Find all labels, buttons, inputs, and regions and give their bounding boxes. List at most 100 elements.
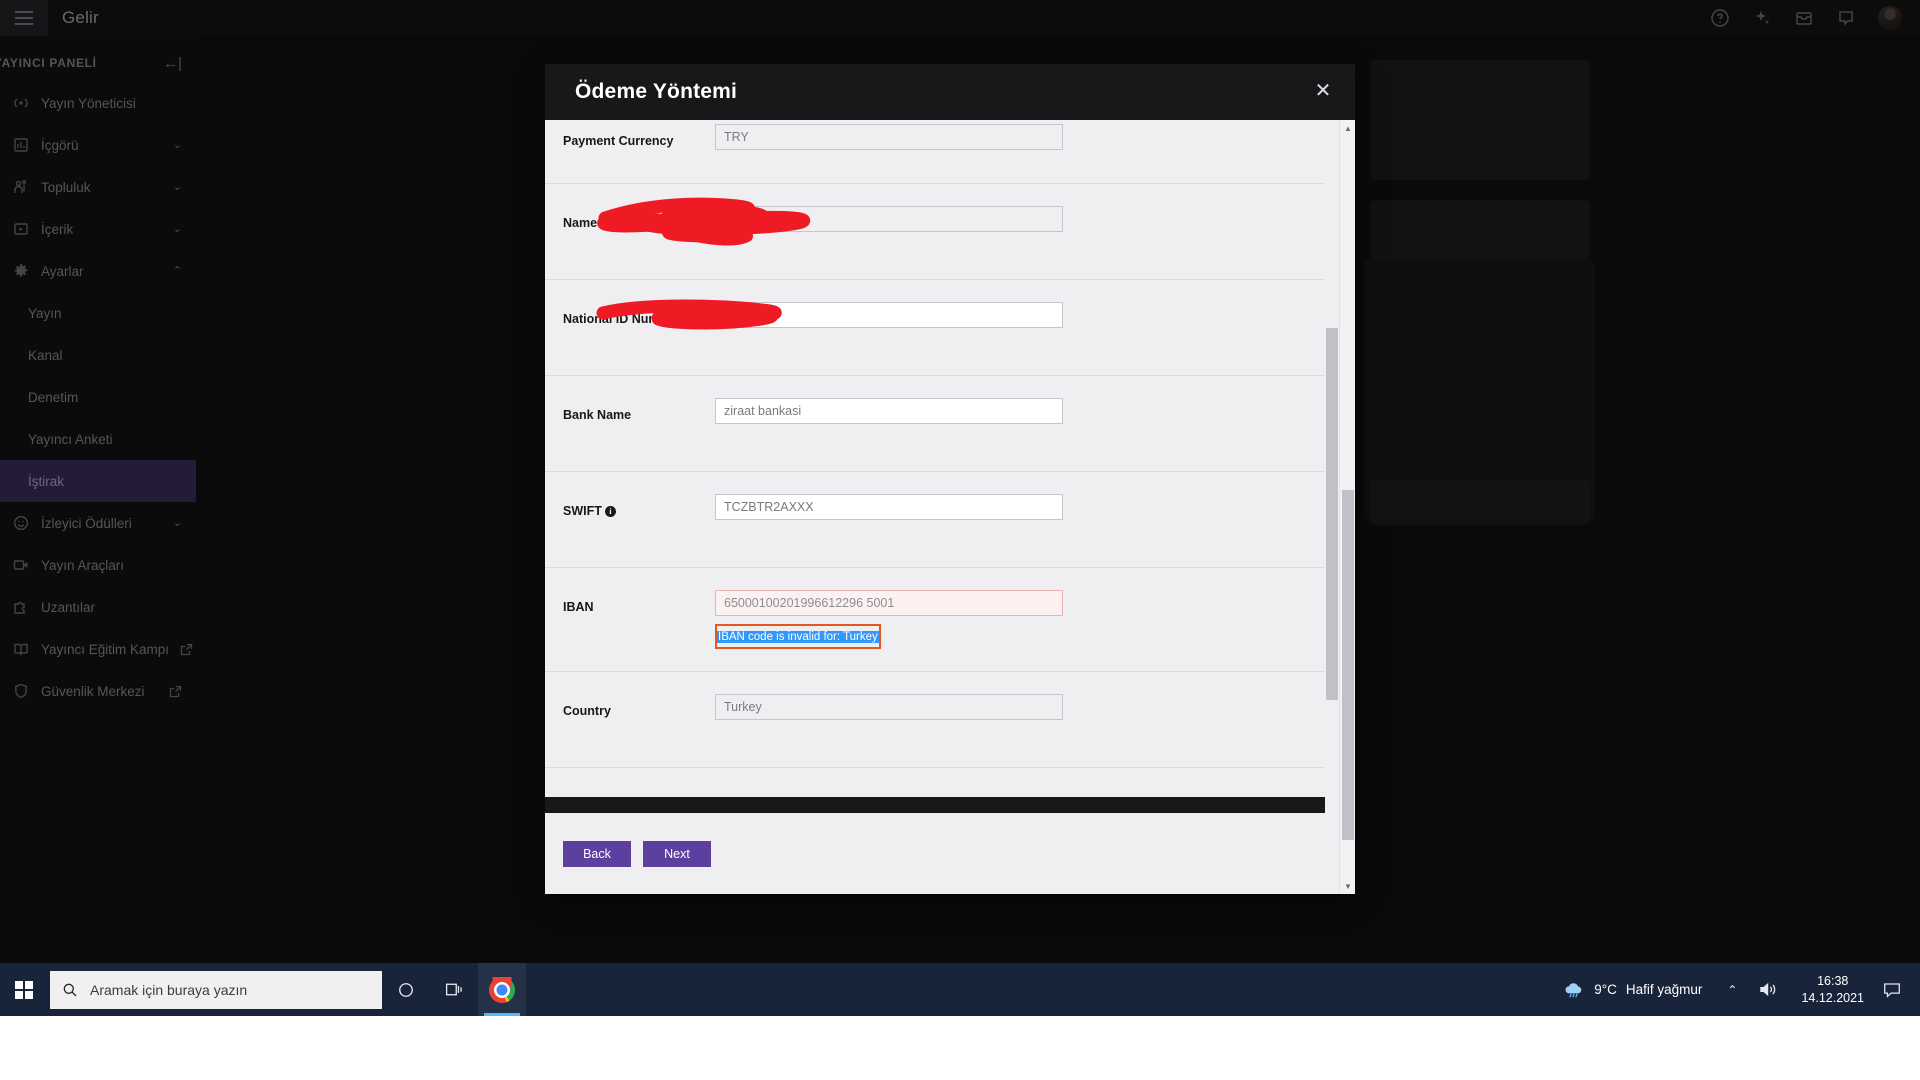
sidebar-item-denetim[interactable]: Denetim: [0, 376, 196, 418]
chrome-icon[interactable]: [478, 963, 526, 1016]
national-id-input[interactable]: [715, 302, 1063, 328]
form-scrollbar-thumb[interactable]: [1326, 328, 1338, 700]
shield-icon: [12, 682, 30, 700]
scroll-up-icon[interactable]: ▲: [1340, 120, 1356, 136]
top-navigation-bar: Gelir: [0, 0, 1920, 36]
sidebar-item-label: Uzantılar: [41, 599, 96, 615]
search-input[interactable]: Aramak için buraya yazın: [50, 970, 382, 1009]
sidebar-item-yayinci-anketi[interactable]: Yayıncı Anketi: [0, 418, 196, 460]
gear-icon: [12, 262, 30, 280]
form-row-payment-currency: Payment Currency TRY: [545, 120, 1339, 184]
sidebar-item-istirak[interactable]: İştirak: [0, 460, 196, 502]
background-panel: [1370, 60, 1590, 180]
extension-icon: [12, 598, 30, 616]
broadcast-icon: [12, 94, 30, 112]
chevron-up-icon[interactable]: ⌃: [1716, 983, 1748, 997]
info-icon[interactable]: i: [604, 506, 616, 517]
cortana-icon[interactable]: [382, 963, 430, 1016]
external-link-icon: [169, 685, 182, 698]
windows-taskbar: Aramak için buraya yazın 9°C Hafif yağmu…: [0, 963, 1920, 1016]
field-label-text: National ID Number: [563, 312, 679, 326]
field-label: SWIFT i: [563, 494, 715, 524]
field-control: TCZBTR2AXXX: [715, 494, 1063, 520]
country-input[interactable]: Turkey: [715, 694, 1063, 720]
collapse-sidebar-icon[interactable]: ←|: [163, 56, 182, 71]
chevron-down-icon[interactable]: ⌄: [173, 517, 182, 529]
task-view-icon[interactable]: [430, 963, 478, 1016]
sidebar-item-ayarlar[interactable]: Ayarlar ⌃: [0, 250, 196, 292]
page-title: Gelir: [62, 8, 99, 27]
chevron-down-icon[interactable]: ⌄: [173, 181, 182, 193]
sidebar-item-icgoru[interactable]: İçgörü ⌄: [0, 124, 196, 166]
field-label: Name on Account: [563, 216, 669, 230]
content-icon: [12, 220, 30, 238]
inbox-icon[interactable]: [1794, 8, 1814, 28]
field-label: Bank Name: [563, 408, 632, 422]
background-panel: [1363, 260, 1595, 520]
field-control: [596, 299, 1063, 330]
sidebar-item-label: İçgörü: [41, 137, 79, 153]
weather-widget[interactable]: 9°C Hafif yağmur: [1549, 981, 1716, 998]
back-button[interactable]: Back: [563, 840, 631, 867]
field-control: Turkey: [715, 694, 1063, 720]
community-icon: [12, 178, 30, 196]
sidebar-item-icerik[interactable]: İçerik ⌄: [0, 208, 196, 250]
rain-cloud-icon: [1563, 981, 1585, 998]
clock-time: 16:38: [1817, 973, 1849, 988]
field-control: 65000100201996612296 5001 IBAN code is i…: [715, 590, 1063, 649]
chevron-down-icon[interactable]: ⌄: [173, 139, 182, 151]
iban-input[interactable]: 65000100201996612296 5001: [715, 590, 1063, 616]
modal-scrollbar-thumb[interactable]: [1342, 490, 1354, 840]
sidebar-item-uzantilar[interactable]: Uzantılar: [0, 586, 196, 628]
weather-temperature: 9°C: [1594, 982, 1617, 997]
close-icon[interactable]: ✕: [1309, 78, 1337, 106]
sidebar-item-topluluk[interactable]: Topluluk ⌄: [0, 166, 196, 208]
sidebar-item-kanal[interactable]: Kanal: [0, 334, 196, 376]
modal-body: Payment Currency TRY Name on Account Nat…: [545, 120, 1355, 813]
form-row-name-on-account: Name on Account: [545, 184, 1339, 280]
external-link-icon: [180, 643, 193, 656]
help-icon[interactable]: [1710, 8, 1730, 28]
field-label: Country: [563, 704, 611, 718]
scroll-down-icon[interactable]: ▼: [1340, 878, 1356, 894]
next-button[interactable]: Next: [643, 840, 711, 867]
payment-currency-input[interactable]: TRY: [715, 124, 1063, 150]
bank-name-input[interactable]: ziraat bankasi: [715, 398, 1063, 424]
sidebar-item-izleyici-odulleri[interactable]: İzleyici Ödülleri ⌄: [0, 502, 196, 544]
sidebar-item-guvenlik-merkezi[interactable]: Güvenlik Merkezi: [0, 670, 196, 712]
hamburger-menu-icon[interactable]: [0, 0, 48, 36]
notification-icon[interactable]: [1876, 981, 1914, 998]
form-scrollbar[interactable]: [1325, 120, 1339, 813]
weather-condition: Hafif yağmur: [1625, 982, 1703, 997]
clock[interactable]: 16:38 14.12.2021: [1789, 973, 1876, 1007]
chevron-down-icon[interactable]: ⌄: [173, 223, 182, 235]
info-icon[interactable]: i: [682, 314, 693, 325]
sidebar-item-yayin-yoneticisi[interactable]: Yayın Yöneticisi: [0, 82, 196, 124]
clock-date: 14.12.2021: [1801, 990, 1864, 1005]
sidebar-item-label: İçerik: [41, 221, 74, 237]
avatar[interactable]: [1878, 6, 1902, 30]
sidebar-item-yayin-araclari[interactable]: Yayın Araçları: [0, 544, 196, 586]
modal-scrollbar[interactable]: ▲ ▼: [1339, 120, 1355, 894]
form-bottom-divider: [545, 797, 1339, 813]
field-label: National ID Number i: [563, 302, 715, 332]
smile-icon: [12, 514, 30, 532]
chat-icon[interactable]: [1836, 8, 1856, 28]
volume-icon[interactable]: [1748, 981, 1789, 998]
sidebar-item-yayin[interactable]: Yayın: [0, 292, 196, 334]
windows-start-icon[interactable]: [0, 963, 48, 1016]
name-on-account-input[interactable]: [715, 206, 1063, 232]
payment-method-modal: Ödeme Yöntemi ✕ Payment Currency TRY Nam…: [545, 64, 1355, 894]
field-control: ziraat bankasi: [715, 398, 1063, 424]
form-row-national-id: National ID Number i: [545, 280, 1339, 376]
form-row-iban: IBAN 65000100201996612296 5001 IBAN code…: [545, 568, 1339, 672]
sparkle-icon[interactable]: [1752, 8, 1772, 28]
modal-title: Ödeme Yöntemi: [575, 80, 738, 103]
sidebar-item-label: Topluluk: [41, 179, 91, 195]
sidebar-item-label: Denetim: [28, 389, 79, 405]
search-placeholder: Aramak için buraya yazın: [90, 981, 248, 998]
sidebar-item-yayinci-egitim-kampi[interactable]: Yayıncı Eğitim Kampı: [0, 628, 196, 670]
chevron-up-icon[interactable]: ⌃: [173, 265, 182, 277]
swift-input[interactable]: TCZBTR2AXXX: [715, 494, 1063, 520]
iban-error-message: IBAN code is invalid for: Turkey: [715, 624, 881, 649]
